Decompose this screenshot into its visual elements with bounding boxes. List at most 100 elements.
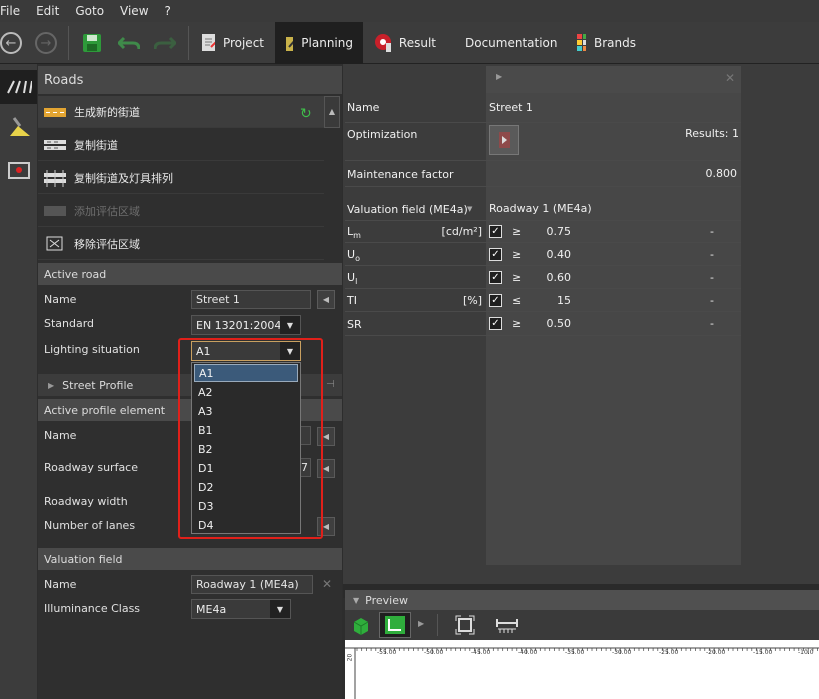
road-name-input[interactable]: Street 1 bbox=[191, 290, 311, 309]
criterion-sr-value[interactable]: 0.50 bbox=[530, 317, 572, 330]
menu-bar: File Edit Goto View ? bbox=[0, 0, 819, 22]
criterion-ul-checkbox[interactable]: ✓ bbox=[489, 271, 502, 284]
forward-icon[interactable]: → bbox=[35, 32, 57, 54]
chevron-right-icon: ▶ bbox=[48, 380, 55, 390]
action-add-evaluation-area[interactable]: 添加评估区域 bbox=[38, 195, 324, 227]
valuation-name-input[interactable]: Roadway 1 (ME4a) bbox=[191, 575, 313, 594]
illuminance-class-select[interactable]: ME4a ▼ bbox=[191, 599, 291, 619]
action-copy-street[interactable]: 复制街道 bbox=[38, 129, 324, 161]
profile-name-label: Name bbox=[44, 429, 77, 442]
criterion-sr-label: SR bbox=[347, 318, 362, 331]
ruler-label: -35.00 bbox=[565, 649, 585, 656]
planning-icon bbox=[286, 35, 294, 51]
menu-goto[interactable]: Goto bbox=[67, 4, 112, 18]
redo-icon[interactable] bbox=[154, 35, 176, 51]
optimization-label: Optimization bbox=[347, 128, 418, 141]
ruler-label: -55.00 bbox=[377, 649, 397, 656]
tab-project[interactable]: Project bbox=[190, 22, 274, 64]
chevron-down-icon: ▼ bbox=[270, 600, 290, 618]
road-name-arrow[interactable]: ◀ bbox=[317, 290, 335, 309]
ruler-label: -50.00 bbox=[424, 649, 444, 656]
preview-toolbar: ▶ bbox=[345, 610, 819, 640]
chevron-right-icon[interactable]: ▶ bbox=[418, 619, 424, 628]
prop-name-label: Name bbox=[347, 101, 380, 114]
pin-icon[interactable]: ⊣ bbox=[326, 379, 335, 390]
add-evaluation-area-icon bbox=[44, 205, 66, 216]
menu-view[interactable]: View bbox=[112, 4, 156, 18]
chevron-down-icon[interactable]: ▼ bbox=[467, 205, 472, 213]
road-icon bbox=[6, 80, 32, 94]
criterion-sr-result: - bbox=[710, 317, 714, 330]
standard-label: Standard bbox=[44, 317, 95, 330]
prop-name-value: Street 1 bbox=[489, 101, 533, 114]
roads-tool-button[interactable] bbox=[0, 70, 37, 104]
save-icon[interactable] bbox=[82, 33, 102, 53]
roadway-surface-label: Roadway surface bbox=[44, 461, 138, 474]
undo-icon[interactable] bbox=[118, 35, 140, 51]
criterion-ti-checkbox[interactable]: ✓ bbox=[489, 294, 502, 307]
action-new-street[interactable]: 生成新的街道 bbox=[38, 96, 324, 128]
new-street-icon bbox=[44, 107, 66, 117]
maintenance-factor-value: 0.800 bbox=[705, 167, 738, 180]
criterion-sr-checkbox[interactable]: ✓ bbox=[489, 317, 502, 330]
menu-edit[interactable]: Edit bbox=[28, 4, 67, 18]
menu-file[interactable]: File bbox=[0, 4, 28, 18]
lighting-situation-label: Lighting situation bbox=[44, 343, 140, 356]
menu-help[interactable]: ? bbox=[157, 4, 179, 18]
standard-select[interactable]: EN 13201:2004 ▼ bbox=[191, 315, 301, 335]
criterion-ul-op: ≥ bbox=[512, 271, 522, 284]
action-copy-street-luminaires[interactable]: 复制街道及灯具排列 bbox=[38, 162, 324, 194]
preview-ruler: -55.00 -50.00 -45.00 -40.00 -35.00 -30.0… bbox=[345, 640, 819, 699]
street-column bbox=[486, 93, 741, 565]
highlight-box bbox=[178, 338, 323, 539]
refresh-icon[interactable]: ↻ bbox=[300, 106, 312, 122]
project-icon bbox=[202, 34, 215, 51]
road-name-label: Name bbox=[44, 293, 77, 306]
action-remove-evaluation-area[interactable]: 移除评估区域 bbox=[38, 228, 324, 260]
valuation-tool-button[interactable] bbox=[0, 154, 37, 188]
ruler-label: -45.00 bbox=[471, 649, 491, 656]
optimization-icon bbox=[499, 132, 510, 148]
tab-result[interactable]: Result bbox=[364, 22, 446, 64]
criterion-lm-op: ≥ bbox=[512, 225, 522, 238]
tab-documentation[interactable]: Documentation bbox=[447, 22, 565, 64]
criterion-sr-op: ≥ bbox=[512, 317, 522, 330]
criterion-ti-op: ≤ bbox=[512, 294, 522, 307]
back-icon[interactable]: ← bbox=[0, 32, 22, 54]
zoom-fit-icon[interactable] bbox=[455, 615, 475, 635]
criterion-lm-value[interactable]: 0.75 bbox=[530, 225, 572, 238]
criterion-lm-unit: [cd/m²] bbox=[441, 225, 482, 238]
clear-icon[interactable]: ✕ bbox=[322, 577, 332, 591]
criterion-uo-checkbox[interactable]: ✓ bbox=[489, 248, 502, 261]
valuation-name-label: Name bbox=[44, 578, 77, 591]
copy-street-luminaires-icon bbox=[44, 169, 66, 187]
brands-icon bbox=[577, 34, 586, 51]
criterion-ti-result: - bbox=[710, 294, 714, 307]
close-icon[interactable]: ✕ bbox=[725, 71, 735, 85]
measure-icon[interactable] bbox=[495, 615, 519, 635]
number-of-lanes-label: Number of lanes bbox=[44, 519, 136, 532]
3d-view-icon[interactable] bbox=[351, 616, 371, 636]
tab-planning[interactable]: Planning bbox=[275, 22, 363, 64]
preview-header[interactable]: ▼ Preview bbox=[345, 590, 819, 610]
luminaire-tool-button[interactable] bbox=[0, 110, 37, 144]
luminaire-icon bbox=[9, 117, 30, 136]
tab-brands[interactable]: Brands bbox=[566, 22, 646, 64]
plan-view-button[interactable] bbox=[379, 612, 411, 638]
criterion-lm-result: - bbox=[710, 225, 714, 238]
chevron-right-icon[interactable]: ▶ bbox=[496, 72, 502, 81]
valuation-field-prop-label: Valuation field (ME4a) bbox=[347, 203, 468, 216]
criterion-uo-value[interactable]: 0.40 bbox=[530, 248, 572, 261]
optimization-button[interactable] bbox=[489, 125, 519, 155]
valuation-field-prop-value: Roadway 1 (ME4a) bbox=[489, 202, 592, 215]
criterion-ti-label: TI bbox=[347, 294, 357, 307]
actions-scroll-up[interactable]: ▲ bbox=[324, 96, 340, 128]
left-tool-strip bbox=[0, 64, 37, 699]
criterion-ul-value[interactable]: 0.60 bbox=[530, 271, 572, 284]
ruler-label: -40.00 bbox=[518, 649, 538, 656]
criterion-ti-value[interactable]: 15 bbox=[530, 294, 571, 307]
criterion-lm-checkbox[interactable]: ✓ bbox=[489, 225, 502, 238]
valuation-field-title: Valuation field bbox=[38, 548, 342, 570]
illuminance-class-label: Illuminance Class bbox=[44, 602, 141, 615]
criterion-ul-result: - bbox=[710, 271, 714, 284]
